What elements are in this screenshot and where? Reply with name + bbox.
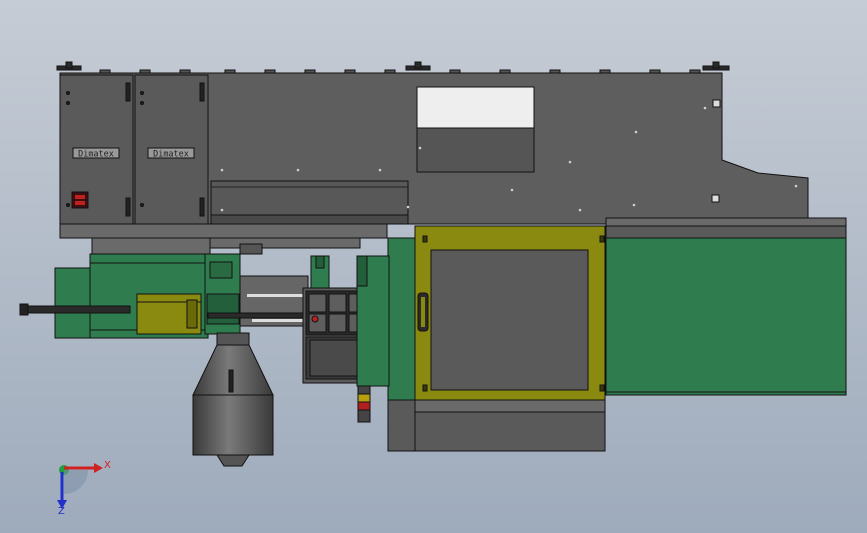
right-top-ledge-strip: [605, 225, 847, 239]
mid-shelf: [210, 180, 409, 216]
mid-shelf-lower-strip: [210, 214, 409, 225]
motor-rear-cap: [54, 267, 94, 339]
control-button-5[interactable]: [328, 313, 347, 333]
cad-viewport[interactable]: Dimatex Dimatex X Z: [0, 0, 867, 533]
warning-label: [71, 191, 89, 209]
door-handle[interactable]: [417, 292, 429, 332]
motor-shaft-end: [19, 303, 29, 316]
nameplate-left-text: Dimatex: [78, 150, 114, 160]
coupling-neck: [209, 261, 233, 279]
hopper-chute-upper: [416, 127, 535, 173]
post-cap: [315, 255, 325, 269]
nameplate-right-text: Dimatex: [153, 150, 189, 160]
under-bracket-2: [209, 237, 361, 249]
nameplate-right: Dimatex: [147, 147, 195, 160]
lower-plinth-strip: [414, 399, 606, 413]
triad-z-label: Z: [58, 506, 65, 517]
lower-plinth: [414, 411, 606, 452]
signal-tower: [357, 385, 371, 423]
green-column: [387, 237, 417, 401]
side-bracket: [356, 255, 368, 287]
coupling-mid: [206, 293, 240, 325]
estop-button[interactable]: [311, 315, 319, 323]
rail-shaft: [207, 312, 309, 319]
control-button-2[interactable]: [328, 293, 347, 313]
olive-door-panel: [430, 249, 589, 391]
triad-x-label: X: [104, 460, 111, 471]
under-bracket-1: [91, 237, 211, 255]
green-cabinet: [605, 237, 847, 396]
motor-shaft: [19, 305, 131, 314]
control-button-1[interactable]: [308, 293, 327, 313]
base-plate: [59, 223, 388, 239]
right-top-ledge: [605, 217, 847, 227]
under-bracket-3: [239, 243, 263, 255]
top-window-opening: [416, 86, 535, 129]
lower-plinth-left: [387, 399, 416, 452]
nameplate-left: Dimatex: [72, 147, 120, 160]
